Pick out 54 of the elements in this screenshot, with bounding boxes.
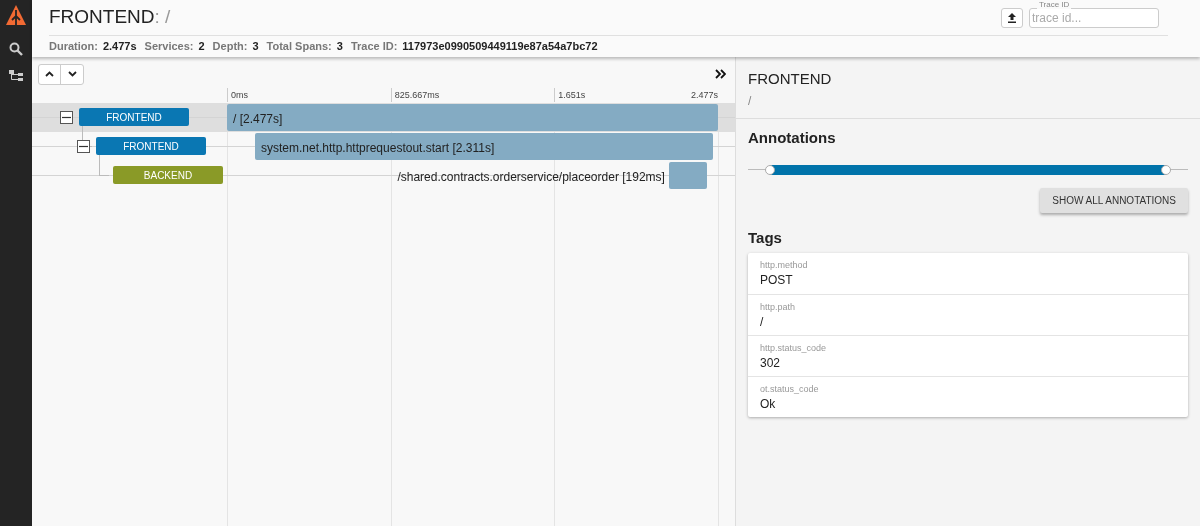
stat-value: 3	[336, 38, 343, 54]
span-label: /shared.contracts.orderservice/placeorder [192ms]	[397, 169, 665, 186]
span-row[interactable]: FRONTEND system.net.http.httprequestout.start [2.311s]	[32, 132, 735, 161]
stat-value: 2.477s	[102, 38, 137, 54]
collapse-panel-button[interactable]	[713, 67, 727, 81]
upload-button[interactable]	[1001, 7, 1023, 28]
stat-label: Total Spans:	[266, 38, 332, 54]
slider-thumb[interactable]	[765, 164, 775, 175]
tag-value: Ok	[760, 396, 777, 412]
trace-path: : /	[154, 5, 171, 30]
tag-value: POST	[760, 272, 794, 288]
show-all-annotations-button[interactable]: SHOW ALL ANNOTATIONS	[1040, 187, 1188, 213]
trace-title: FRONTEND	[49, 5, 155, 30]
time-tick: 1.651s	[554, 88, 586, 102]
span-label: system.net.http.httprequestout.start [2.311s]	[261, 140, 495, 157]
span-label: / [2.477s]	[233, 111, 283, 128]
chevron-down-icon	[67, 71, 77, 77]
slider-thumb[interactable]	[1161, 164, 1171, 175]
span-row[interactable]: FRONTEND / [2.477s]	[32, 103, 735, 132]
service-badge: FRONTEND	[96, 137, 206, 155]
span-bar[interactable]	[255, 133, 714, 160]
service-badge: FRONTEND	[79, 108, 189, 126]
span-row[interactable]: BACKEND /shared.contracts.orderservice/placeorder [192ms]	[32, 161, 735, 190]
double-chevron-icon	[714, 69, 726, 79]
logo-icon[interactable]	[5, 4, 27, 28]
trace-id-label: Trace ID	[1037, 0, 1072, 9]
time-tick: 825.667ms	[390, 88, 440, 102]
stat-label: Duration:	[49, 38, 98, 54]
detail-service: FRONTEND	[748, 70, 833, 88]
time-tick: 2.477s	[690, 89, 719, 102]
stat-label: Depth:	[212, 38, 248, 54]
tag-value: /	[760, 314, 765, 330]
stat-label: Trace ID:	[350, 38, 398, 54]
tag-key: http.status_code	[760, 343, 1176, 354]
search-icon[interactable]	[9, 42, 23, 56]
tag-key: http.path	[760, 302, 1176, 313]
detail-path: /	[748, 93, 753, 110]
hierarchy-icon[interactable]	[9, 70, 23, 82]
upload-icon	[1007, 12, 1017, 23]
service-badge: BACKEND	[113, 166, 223, 184]
tag-key: ot.status_code	[760, 384, 1176, 395]
chevron-up-icon	[45, 71, 54, 77]
tag-value: 302	[760, 355, 782, 371]
tag-key: http.method	[760, 260, 1176, 271]
collapse-toggle[interactable]	[60, 111, 73, 124]
tags-heading: Tags	[748, 227, 783, 248]
collapse-toggle[interactable]	[77, 140, 90, 153]
trace-id-field[interactable]: trace id...	[1029, 7, 1159, 28]
annotations-heading: Annotations	[748, 128, 837, 148]
stat-value: 3	[252, 38, 259, 54]
stat-value: 117973e0990509449119e87a54a7bc72	[402, 38, 598, 54]
stat-label: Services:	[144, 38, 194, 54]
stat-value: 2	[198, 38, 205, 54]
time-tick: 0ms	[227, 88, 248, 102]
